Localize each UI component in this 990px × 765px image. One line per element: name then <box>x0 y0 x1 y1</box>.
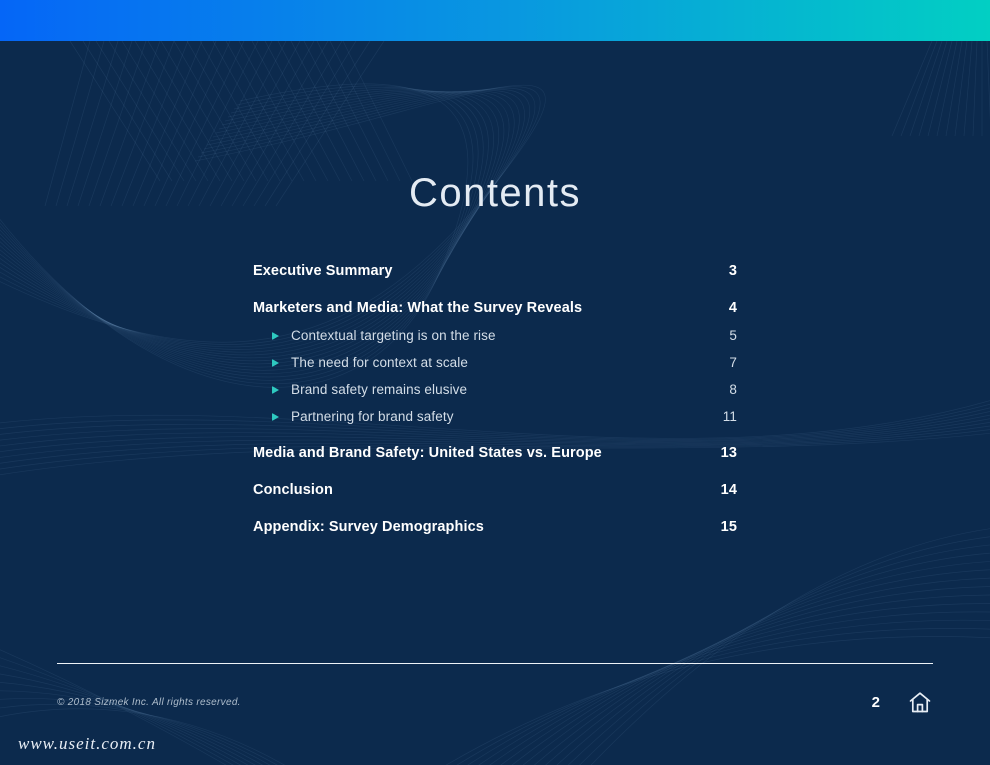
toc-item-label: Executive Summary <box>253 263 393 279</box>
toc-item-label: Conclusion <box>253 482 333 498</box>
toc-item-label: Marketers and Media: What the Survey Rev… <box>253 300 583 316</box>
footer-divider <box>57 663 933 664</box>
toc-item-label: Appendix: Survey Demographics <box>253 519 484 535</box>
play-arrow-icon <box>272 385 279 394</box>
home-button[interactable] <box>907 690 933 715</box>
toc-row[interactable]: Marketers and Media: What the Survey Rev… <box>253 298 737 318</box>
toc-item-label: The need for context at scale <box>291 355 469 370</box>
toc-item-page-number: 14 <box>720 482 737 498</box>
toc-list: Executive Summary 3 Marketers and Media:… <box>253 261 737 537</box>
play-arrow-icon <box>272 358 279 367</box>
toc-row[interactable]: Contextual targeting is on the rise 5 <box>253 326 737 345</box>
top-gradient-bar <box>0 0 990 41</box>
toc-item-label: Media and Brand Safety: United States vs… <box>253 445 602 461</box>
toc-row[interactable]: The need for context at scale 7 <box>253 353 737 372</box>
toc-row[interactable]: Appendix: Survey Demographics 15 <box>253 517 737 537</box>
toc-item-page-number: 11 <box>722 409 737 424</box>
play-arrow-icon <box>272 331 279 340</box>
copyright-text: © 2018 Sizmek Inc. All rights reserved. <box>57 697 241 708</box>
toc-item-page-number: 15 <box>720 519 737 535</box>
toc-item-label: Brand safety remains elusive <box>291 382 468 397</box>
toc-item-page-number: 13 <box>720 445 737 461</box>
toc-item-page-number: 4 <box>728 300 737 316</box>
home-icon <box>909 692 931 713</box>
toc-item-label: Contextual targeting is on the rise <box>291 328 496 343</box>
toc-row[interactable]: Executive Summary 3 <box>253 261 737 281</box>
toc-row[interactable]: Partnering for brand safety 11 <box>253 407 737 426</box>
toc-row[interactable]: Conclusion 14 <box>253 480 737 500</box>
toc-item-page-number: 8 <box>729 382 737 397</box>
toc-item-page-number: 7 <box>729 355 737 370</box>
page-number: 2 <box>871 694 880 711</box>
toc-item-page-number: 3 <box>728 263 737 279</box>
toc-item-label: Partnering for brand safety <box>291 409 454 424</box>
play-arrow-icon <box>272 412 279 421</box>
footer-right-group: 2 <box>872 690 933 715</box>
watermark-text: www.useit.com.cn <box>18 734 156 753</box>
toc-row[interactable]: Brand safety remains elusive 8 <box>253 380 737 399</box>
page-title: Contents <box>408 171 582 215</box>
toc-item-page-number: 5 <box>729 328 737 343</box>
toc-row[interactable]: Media and Brand Safety: United States vs… <box>253 443 737 463</box>
